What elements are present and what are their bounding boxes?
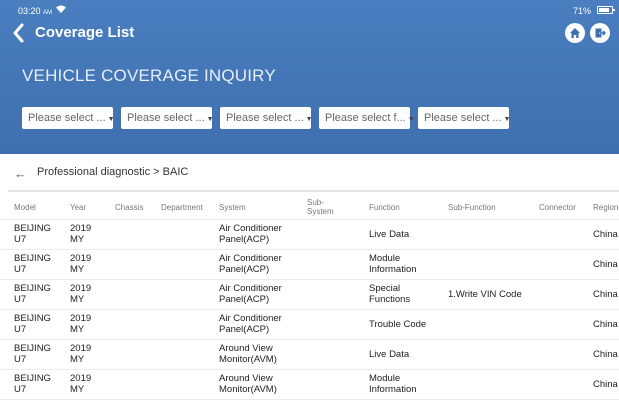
home-icon (570, 28, 580, 38)
cell-year: 2019 MY (70, 283, 92, 305)
breadcrumb: ← Professional diagnostic > BAIC (0, 154, 619, 192)
select-system[interactable]: Please select ... ▼ (418, 107, 511, 129)
status-bar: 03:20 AM 71% (0, 0, 619, 20)
select-model[interactable]: Please select ... ▼ (121, 107, 214, 129)
caret-down-icon: ▼ (407, 116, 415, 123)
cell-region: China (593, 289, 618, 300)
table-header: Model Year Chassis Department System Sub… (0, 193, 619, 220)
col-subfunction: Sub-Function (448, 203, 496, 212)
cell-region: China (593, 319, 618, 330)
cell-region: China (593, 259, 618, 270)
cell-model: BEIJING U7 (14, 283, 51, 305)
cell-function: Module Information (369, 253, 417, 275)
battery-icon (597, 6, 615, 14)
back-arrow-icon[interactable]: ← (14, 166, 27, 181)
cell-region: China (593, 349, 618, 360)
caret-down-icon: ▼ (305, 116, 313, 123)
cell-year: 2019 MY (70, 313, 92, 335)
breadcrumb-text: Professional diagnostic > BAIC (37, 166, 189, 178)
caret-down-icon: ▼ (503, 116, 511, 123)
cell-year: 2019 MY (70, 223, 92, 245)
col-model: Model (14, 203, 36, 212)
cell-model: BEIJING U7 (14, 343, 51, 365)
coverage-table: Model Year Chassis Department System Sub… (0, 193, 619, 400)
select-brand[interactable]: Please select ... ▼ (22, 107, 115, 129)
title-bar: Coverage List (0, 20, 619, 48)
app-header: 03:20 AM 71% Coverage List VEHICLE COVER… (0, 0, 619, 154)
col-system: System (219, 203, 246, 212)
cell-year: 2019 MY (70, 343, 92, 365)
status-time: 03:20 AM (18, 6, 53, 16)
table-row[interactable]: BEIJING U7 2019 MY Around View Monitor(AVM)… (0, 340, 619, 370)
caret-down-icon: ▼ (206, 116, 214, 123)
table-row[interactable]: BEIJING U7 2019 MY Air Conditioner Panel(AC… (0, 250, 619, 280)
select-year[interactable]: Please select ... ▼ (220, 107, 313, 129)
cell-model: BEIJING U7 (14, 223, 51, 245)
cell-system: Air Conditioner Panel(ACP) (219, 253, 282, 275)
cell-model: BEIJING U7 (14, 253, 51, 275)
select-function[interactable]: Please select f... ▼ (319, 107, 415, 129)
col-year: Year (70, 203, 87, 212)
exit-button[interactable] (590, 23, 610, 43)
cell-region: China (593, 229, 618, 240)
home-button[interactable] (565, 23, 585, 43)
cell-system: Around View Monitor(AVM) (219, 343, 277, 365)
exit-icon (595, 28, 606, 38)
table-row[interactable]: BEIJING U7 2019 MY Air Conditioner Panel(AC… (0, 310, 619, 340)
cell-year: 2019 MY (70, 253, 92, 275)
table-row[interactable]: BEIJING U7 2019 MY Around View Monitor(AVM)… (0, 370, 619, 400)
col-subsystem: Sub- System (307, 198, 334, 216)
page-title: Coverage List (35, 24, 135, 41)
cell-region: China (593, 379, 618, 390)
cell-system: Air Conditioner Panel(ACP) (219, 283, 282, 305)
cell-model: BEIJING U7 (14, 313, 51, 335)
cell-system: Air Conditioner Panel(ACP) (219, 223, 282, 245)
cell-function: Special Functions (369, 283, 411, 305)
cell-function: Trouble Code (369, 319, 427, 330)
cell-function: Live Data (369, 349, 410, 360)
table-row[interactable]: BEIJING U7 2019 MY Air Conditioner Panel(AC… (0, 280, 619, 310)
cell-function: Live Data (369, 229, 410, 240)
battery-level: 71% (572, 6, 591, 16)
inquiry-title: VEHICLE COVERAGE INQUIRY (22, 66, 276, 85)
cell-subfunction: 1.Write VIN Code (448, 289, 522, 300)
col-chassis: Chassis (115, 203, 144, 212)
caret-down-icon: ▼ (107, 116, 115, 123)
col-department: Department (161, 203, 203, 212)
col-region: Region (593, 203, 619, 212)
divider (8, 190, 619, 192)
col-connector: Connector (539, 203, 576, 212)
col-function: Function (369, 203, 400, 212)
wifi-icon (56, 5, 66, 13)
cell-system: Air Conditioner Panel(ACP) (219, 313, 282, 335)
table-row[interactable]: BEIJING U7 2019 MY Air Conditioner Panel(AC… (0, 220, 619, 250)
back-chevron-icon[interactable] (10, 22, 28, 44)
